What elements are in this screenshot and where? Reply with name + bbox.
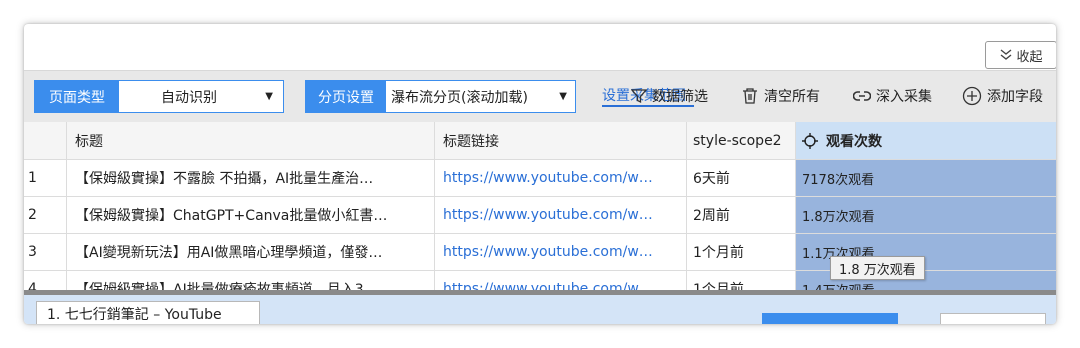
row-time: 6天前 bbox=[687, 160, 796, 197]
add-field-button[interactable]: 添加字段 bbox=[962, 85, 1043, 107]
row-link[interactable]: https://www.youtube.com/w… bbox=[435, 197, 687, 234]
page-type-value: 自动识别 bbox=[161, 89, 217, 106]
scraper-panel: 收起 页面类型 自动识别 ▼ 分页设置 瀑布流分页(滚动加载) ▼ 设置采集范围… bbox=[24, 24, 1056, 324]
trash-icon bbox=[743, 88, 757, 104]
header-view-count-label: 观看次数 bbox=[826, 133, 882, 150]
toolbar: 页面类型 自动识别 ▼ 分页设置 瀑布流分页(滚动加载) ▼ 设置采集范围 数据… bbox=[24, 70, 1056, 122]
deep-collect-button[interactable]: 深入采集 bbox=[853, 85, 932, 107]
secondary-button[interactable] bbox=[940, 313, 1046, 324]
row-time: 2周前 bbox=[687, 197, 796, 234]
pagination-select[interactable]: 分页设置 瀑布流分页(滚动加载) ▼ bbox=[305, 80, 576, 113]
row-index: 2 bbox=[24, 197, 67, 234]
plus-circle-icon bbox=[962, 86, 982, 106]
row-index: 4 bbox=[24, 271, 67, 292]
row-title: 【保姆級實操】AI批量做療瘉故事頻道，月入3… bbox=[67, 271, 435, 292]
caret-down-icon: ▼ bbox=[265, 91, 273, 102]
clear-all-label: 清空所有 bbox=[764, 89, 820, 105]
collapse-button[interactable]: 收起 bbox=[985, 41, 1056, 69]
row-link[interactable]: https://www.youtube.com/w… bbox=[435, 160, 687, 197]
row-link[interactable]: https://www.youtube.com/w… bbox=[435, 234, 687, 271]
clear-all-button[interactable]: 清空所有 bbox=[741, 85, 820, 107]
header-index bbox=[24, 122, 67, 160]
caret-down-icon: ▼ bbox=[559, 91, 567, 102]
cell-tooltip: 1.8 万次观看 bbox=[830, 256, 925, 280]
pagination-value: 瀑布流分页(滚动加载) bbox=[391, 89, 528, 106]
row-views: 7178次观看 bbox=[796, 160, 1056, 197]
header-style-scope2[interactable]: style-scope2 bbox=[687, 122, 796, 160]
table-row[interactable]: 1 【保姆級實操】不露臉 不拍攝，AI批量生產治… https://www.yo… bbox=[24, 160, 1056, 197]
row-views: 1.8万次观看 bbox=[796, 197, 1056, 234]
collapse-label: 收起 bbox=[1016, 49, 1043, 65]
row-title: 【保姆級實操】不露臉 不拍攝，AI批量生產治… bbox=[67, 160, 435, 197]
data-filter-button[interactable]: 数据筛选 bbox=[631, 85, 708, 107]
data-filter-label: 数据筛选 bbox=[652, 89, 708, 105]
deep-collect-label: 深入采集 bbox=[876, 89, 932, 105]
row-title: 【保姆級實操】ChatGPT+Canva批量做小紅書… bbox=[67, 197, 435, 234]
table-header-row: 标题 标题链接 style-scope2 观看次数 bbox=[24, 122, 1056, 160]
row-title: 【AI變現新玩法】用AI做黑暗心理學頻道，僅發… bbox=[67, 234, 435, 271]
filter-icon bbox=[631, 89, 647, 104]
header-title[interactable]: 标题 bbox=[67, 122, 435, 160]
chevron-double-down-icon bbox=[1001, 49, 1012, 60]
page-tab[interactable]: 1. 七七行銷筆記 – YouTube bbox=[36, 301, 260, 324]
bottom-panel: 1. 七七行銷筆記 – YouTube bbox=[24, 295, 1056, 324]
page-type-select[interactable]: 页面类型 自动识别 ▼ bbox=[34, 80, 284, 113]
row-link[interactable]: https://www.youtube.com/w… bbox=[435, 271, 687, 292]
primary-button[interactable] bbox=[762, 313, 898, 324]
header-title-link[interactable]: 标题链接 bbox=[435, 122, 687, 160]
pagination-label: 分页设置 bbox=[306, 81, 386, 112]
row-time: 1个月前 bbox=[687, 271, 796, 292]
page-type-label: 页面类型 bbox=[35, 81, 119, 112]
row-index: 3 bbox=[24, 234, 67, 271]
header-view-count[interactable]: 观看次数 bbox=[796, 122, 1056, 160]
table-row[interactable]: 2 【保姆級實操】ChatGPT+Canva批量做小紅書… https://ww… bbox=[24, 197, 1056, 234]
add-field-label: 添加字段 bbox=[987, 89, 1043, 105]
row-time: 1个月前 bbox=[687, 234, 796, 271]
link-icon bbox=[853, 91, 871, 101]
crosshair-icon[interactable] bbox=[802, 132, 818, 149]
row-index: 1 bbox=[24, 160, 67, 197]
